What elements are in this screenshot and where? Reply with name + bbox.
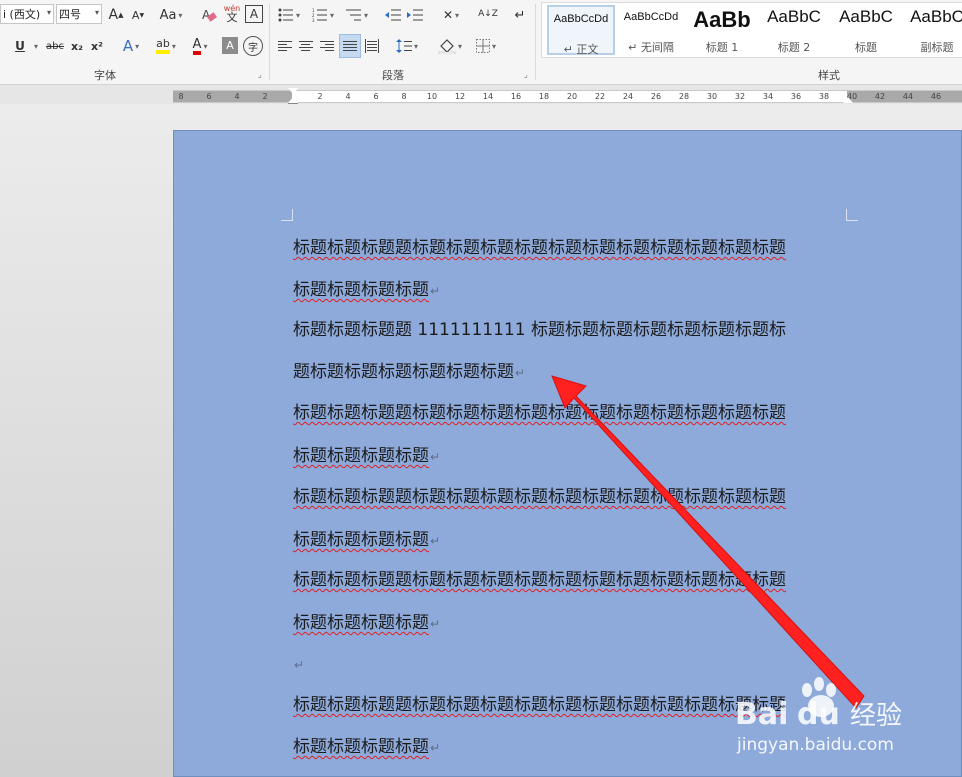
baidu-jingyan-watermark: Bai du 经验 jingyan.baidu.com <box>735 677 902 755</box>
watermark-product: 经验 <box>850 701 902 731</box>
watermark-brand: Bai <box>735 697 788 732</box>
watermark-url: jingyan.baidu.com <box>736 735 894 755</box>
annotation-arrow <box>551 375 865 709</box>
watermark-brand-2: du <box>797 697 840 732</box>
